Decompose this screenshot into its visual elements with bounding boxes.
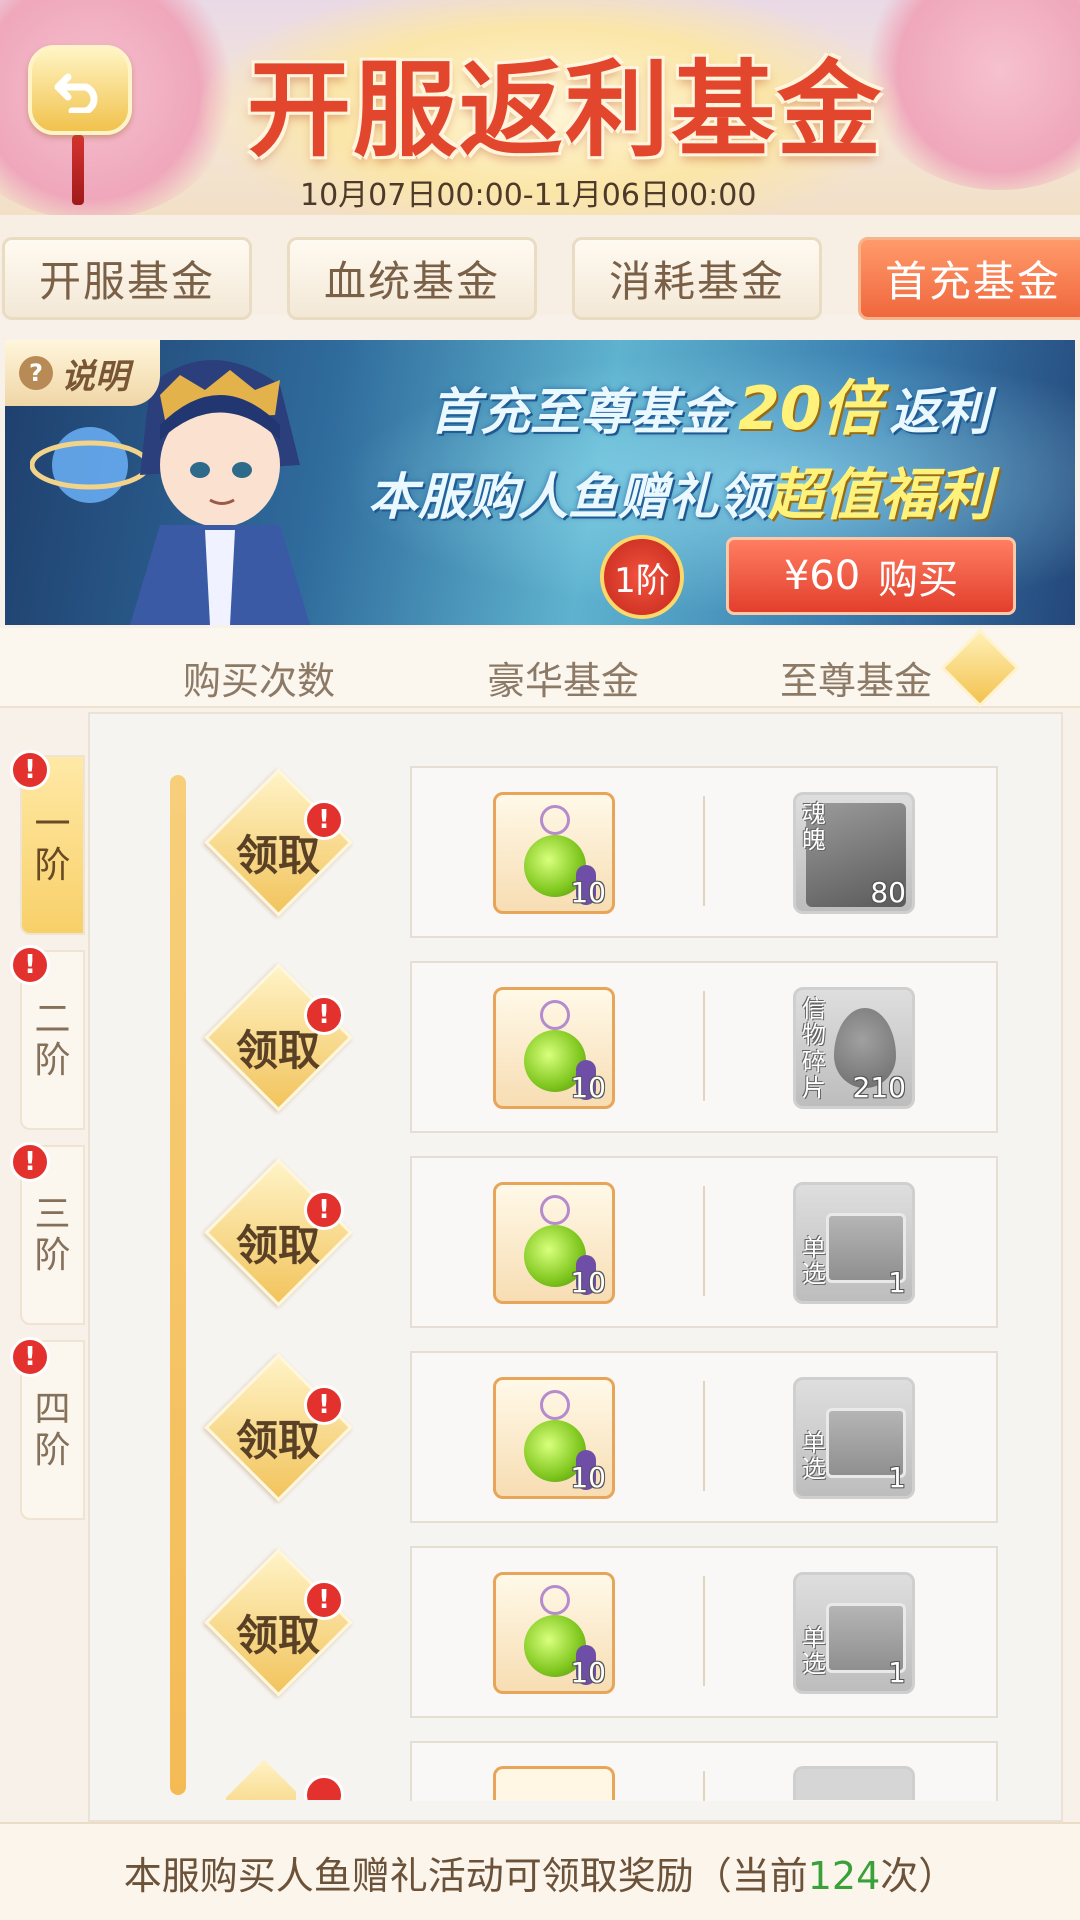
purchase-count: 124 — [807, 1853, 881, 1898]
tier-badge: 1阶 — [600, 535, 684, 619]
supreme-reward-item[interactable]: 单选 1 — [793, 1182, 915, 1304]
supreme-reward-item[interactable]: 魂魄 80 — [793, 792, 915, 914]
column-deluxe-fund: 豪华基金 — [487, 659, 640, 703]
banner-subline-highlight: 超值福利 — [768, 463, 992, 528]
alert-icon: ! — [10, 945, 50, 985]
question-icon: ? — [19, 356, 53, 390]
claim-badge — [226, 1760, 296, 1800]
item-quantity: 210 — [852, 1071, 906, 1104]
buy-button[interactable]: ¥60 购买 — [726, 537, 1016, 615]
tab-bloodline-fund[interactable]: 血统基金 — [287, 237, 537, 320]
column-purchase-count: 购买次数 — [183, 659, 336, 703]
tier-tab-label: 阶 — [34, 1235, 71, 1276]
row-divider — [703, 1381, 705, 1491]
banner-multiplier: 20倍 — [738, 374, 882, 444]
banner-headline-suffix: 返利 — [889, 383, 990, 441]
deluxe-reward-item[interactable]: 10 — [493, 1377, 615, 1499]
item-quantity: 10 — [570, 1071, 606, 1104]
item-type-label: 单选 — [802, 1234, 826, 1289]
row-divider — [703, 1186, 705, 1296]
tier-tab-label: 四 — [34, 1388, 71, 1430]
orb-string — [540, 1390, 570, 1420]
tier-tab-label: 三 — [34, 1193, 71, 1235]
supreme-reward-item[interactable] — [793, 1766, 915, 1800]
row-divider — [703, 796, 705, 906]
alert-icon: ! — [304, 800, 344, 840]
orb-string — [540, 1195, 570, 1225]
banner-headline: 首充至尊基金 20倍 返利 — [430, 360, 990, 447]
back-arrow-icon — [54, 73, 98, 113]
deluxe-reward-item[interactable] — [493, 1766, 615, 1800]
alert-icon — [304, 1775, 344, 1800]
row-divider — [703, 1771, 705, 1801]
footer-prefix: 本服购买人鱼赠礼活动可领取奖励（当前 — [123, 1853, 808, 1898]
claim-button[interactable] — [226, 1760, 296, 1800]
tab-consumption-fund[interactable]: 消耗基金 — [572, 237, 822, 320]
item-quantity: 10 — [570, 1266, 606, 1299]
banner-subline: 本服购人鱼赠礼领超值福利 — [368, 450, 992, 531]
alert-icon: ! — [304, 995, 344, 1035]
footer-info: 本服购买人鱼赠礼活动可领取奖励（当前124次） — [124, 1845, 957, 1900]
alert-icon: ! — [304, 1190, 344, 1230]
item-quantity: 10 — [570, 876, 606, 909]
item-type-label: 魂魄 — [802, 800, 826, 855]
supreme-reward-item[interactable]: 单选 1 — [793, 1377, 915, 1499]
event-date-range: 10月07日00:00-11月06日00:00 — [300, 178, 755, 213]
item-quantity: 1 — [888, 1461, 906, 1494]
deluxe-reward-item[interactable]: 10 — [493, 1182, 615, 1304]
banner-subline-prefix: 本服购人鱼赠礼领 — [368, 468, 768, 526]
alert-icon: ! — [10, 1142, 50, 1182]
help-button[interactable]: ? 说明 — [5, 340, 160, 406]
supreme-reward-item[interactable]: 信物碎片 210 — [793, 987, 915, 1109]
alert-icon: ! — [304, 1385, 344, 1425]
buy-label: 购买 — [878, 557, 959, 603]
deluxe-reward-item[interactable]: 10 — [493, 987, 615, 1109]
buy-price: ¥60 — [783, 553, 861, 599]
item-type-label: 单选 — [802, 1624, 826, 1679]
tab-opening-fund[interactable]: 开服基金 — [2, 237, 252, 320]
item-quantity: 80 — [870, 876, 906, 909]
footer-suffix: 次） — [880, 1853, 957, 1898]
deluxe-reward-item[interactable]: 10 — [493, 1572, 615, 1694]
tier-tab-label: 阶 — [34, 845, 71, 886]
page-title: 开服返利基金 — [246, 48, 883, 171]
item-quantity: 10 — [570, 1656, 606, 1689]
item-quantity: 1 — [888, 1656, 906, 1689]
item-type-label: 信物碎片 — [802, 995, 826, 1103]
supreme-reward-item[interactable]: 单选 1 — [793, 1572, 915, 1694]
deluxe-reward-item[interactable]: 10 — [493, 792, 615, 914]
orb-string — [540, 805, 570, 835]
orb-string — [540, 1585, 570, 1615]
footer-bar: 本服购买人鱼赠礼活动可领取奖励（当前124次） — [0, 1822, 1080, 1920]
row-divider — [703, 991, 705, 1101]
tier-tab-label: 阶 — [34, 1040, 71, 1081]
tassel-decoration — [72, 135, 84, 205]
alert-icon: ! — [10, 750, 50, 790]
alert-icon: ! — [304, 1580, 344, 1620]
row-divider — [703, 1576, 705, 1686]
item-quantity: 1 — [888, 1266, 906, 1299]
back-button[interactable] — [28, 45, 132, 135]
progress-track — [170, 775, 186, 1795]
item-quantity: 10 — [570, 1461, 606, 1494]
item-type-label: 单选 — [802, 1429, 826, 1484]
column-supreme-fund: 至尊基金 — [780, 659, 933, 703]
orb-string — [540, 1000, 570, 1030]
alert-icon: ! — [10, 1337, 50, 1377]
tier-tab-label: 二 — [34, 998, 71, 1040]
tier-tab-label: 一 — [34, 803, 71, 845]
tier-tab-label: 阶 — [34, 1430, 71, 1471]
banner-headline-prefix: 首充至尊基金 — [430, 383, 730, 441]
tab-first-recharge-fund[interactable]: 首充基金 — [858, 237, 1080, 320]
help-label: 说明 — [61, 356, 129, 397]
